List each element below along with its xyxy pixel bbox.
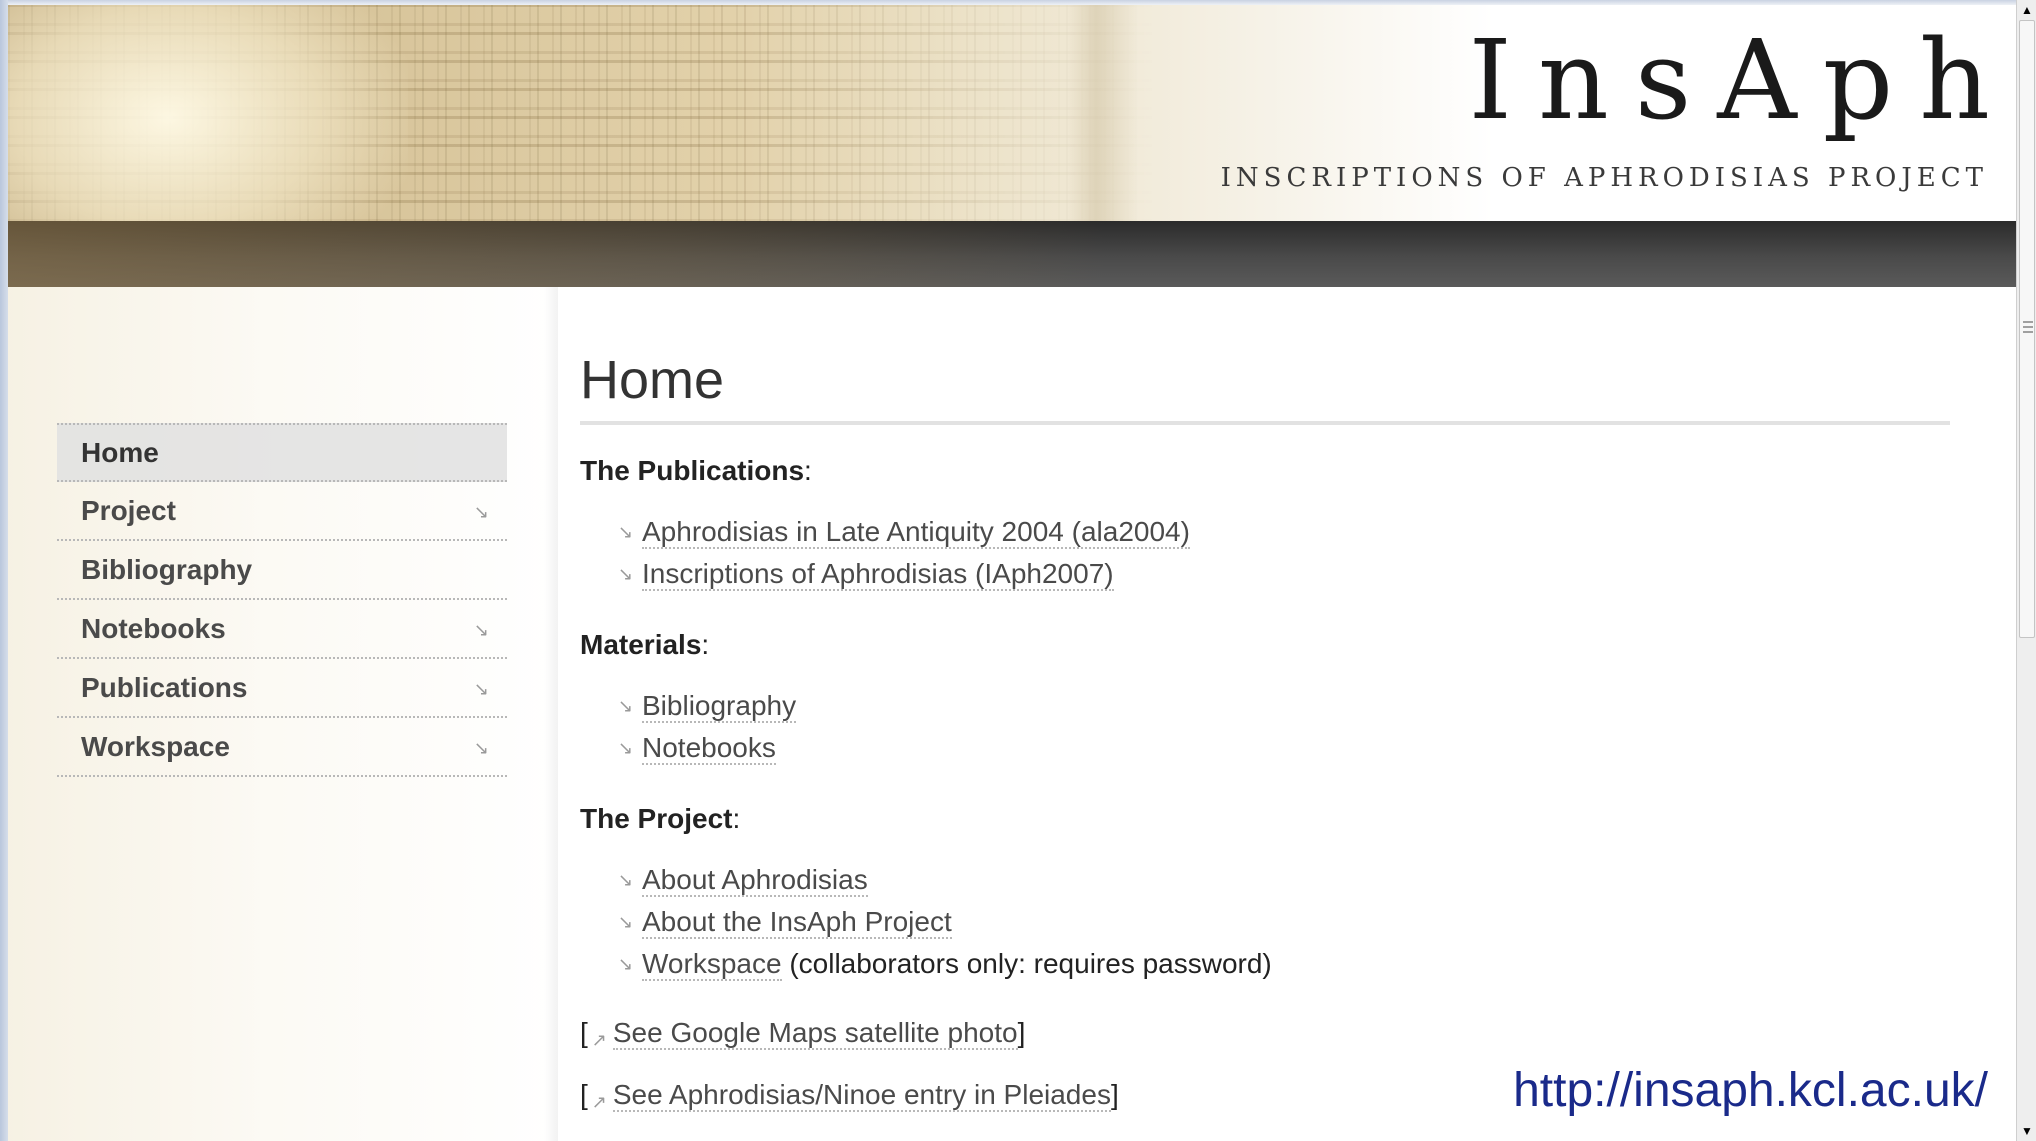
pillar-image (1068, 5, 1138, 225)
corner-arrow-icon: ↘ (618, 564, 634, 584)
sidebar-item-label: Project (81, 494, 176, 526)
section-heading-project: The Project: (580, 803, 741, 834)
sidebar-item-notebooks[interactable]: Notebooks ↘ (57, 600, 507, 659)
corner-arrow-icon: ↘ (618, 954, 634, 974)
link-pleiades[interactable]: See Aphrodisias/Ninoe entry in Pleiades (612, 1079, 1111, 1112)
materials-list: ↘ Bibliography ↘ Notebooks (618, 685, 1950, 769)
sidebar-item-label: Publications (81, 671, 248, 703)
list-item: ↘ Bibliography (618, 685, 1950, 727)
link-bibliography[interactable]: Bibliography (642, 690, 797, 723)
scrollbar-grip-icon (2023, 321, 2033, 335)
list-item: ↘ Notebooks (618, 727, 1950, 769)
banner-dark-band (8, 221, 2016, 287)
corner-arrow-icon: ↘ (473, 679, 489, 699)
sidebar-item-workspace[interactable]: Workspace ↘ (57, 718, 507, 777)
scroll-down-arrow-icon[interactable]: ▼ (2017, 1121, 2036, 1141)
corner-arrow-icon: ↘ (473, 502, 489, 522)
corner-arrow-icon: ↘ (618, 738, 634, 758)
link-google-maps[interactable]: See Google Maps satellite photo (612, 1017, 1018, 1050)
site-url-overlay: http://insaph.kcl.ac.uk/ (1513, 1064, 1988, 1117)
sidebar-item-label: Notebooks (81, 612, 226, 644)
external-link-icon: ↗ (591, 1030, 607, 1050)
sidebar-item-label: Bibliography (81, 553, 253, 585)
section-heading-label: The Publications (580, 455, 805, 486)
external-link-google-maps: [↗ See Google Maps satellite photo] (580, 1017, 1026, 1050)
vertical-scrollbar[interactable]: ▲ ▼ (2016, 0, 2036, 1141)
corner-arrow-icon: ↘ (618, 870, 634, 890)
window-left-edge (0, 0, 8, 1141)
project-list: ↘ About Aphrodisias ↘ About the InsAph Pro… (618, 859, 1950, 985)
sidebar-item-label: Workspace (81, 730, 230, 762)
sidebar-nav: Home Project ↘ Bibliography Notebooks ↘ … (57, 423, 507, 777)
corner-arrow-icon: ↘ (618, 912, 634, 932)
section-heading-materials: Materials: (580, 629, 710, 660)
list-item: ↘ About the InsAph Project (618, 901, 1950, 943)
sidebar-item-bibliography[interactable]: Bibliography (57, 541, 507, 600)
corner-arrow-icon: ↘ (473, 620, 489, 640)
section-heading-label: Materials (580, 629, 702, 660)
sidebar-item-project[interactable]: Project ↘ (57, 482, 507, 541)
site-logo-title[interactable]: InsAph (1469, 25, 2016, 135)
link-about-aphrodisias[interactable]: About Aphrodisias (642, 864, 868, 897)
section-heading-label: The Project (580, 803, 733, 834)
scroll-up-arrow-icon[interactable]: ▲ (2017, 0, 2036, 20)
link-iaph2007[interactable]: Inscriptions of Aphrodisias (IAph2007) (642, 558, 1114, 591)
corner-arrow-icon: ↘ (473, 738, 489, 758)
workspace-note: (collaborators only: requires password) (781, 948, 1272, 979)
link-workspace[interactable]: Workspace (642, 948, 782, 981)
publications-list: ↘ Aphrodisias in Late Antiquity 2004 (ala… (618, 511, 1950, 595)
site-banner: InsAph INSCRIPTIONS OF APHRODISIAS PROJE… (8, 5, 2016, 287)
site-logo-subtitle: INSCRIPTIONS OF APHRODISIAS PROJECT (1220, 163, 1988, 193)
external-link-icon: ↗ (591, 1092, 607, 1112)
list-item: ↘ Inscriptions of Aphrodisias (IAph2007) (618, 553, 1950, 595)
list-item: ↘ Workspace (collaborators only: requires… (618, 943, 1950, 985)
sidebar-item-publications[interactable]: Publications ↘ (57, 659, 507, 718)
link-notebooks[interactable]: Notebooks (642, 732, 776, 765)
sidebar-item-home[interactable]: Home (57, 423, 507, 482)
sidebar-item-label: Home (81, 436, 159, 468)
list-item: ↘ About Aphrodisias (618, 859, 1950, 901)
section-heading-publications: The Publications: (580, 455, 812, 486)
scrollbar-thumb[interactable] (2019, 20, 2035, 638)
link-about-insaph[interactable]: About the InsAph Project (642, 906, 952, 939)
list-item: ↘ Aphrodisias in Late Antiquity 2004 (ala… (618, 511, 1950, 553)
page-title: Home (580, 349, 1950, 425)
page: InsAph INSCRIPTIONS OF APHRODISIAS PROJE… (8, 5, 2016, 1141)
corner-arrow-icon: ↘ (618, 522, 634, 542)
main-content: Home The Publications: ↘ Aphrodisias in L… (580, 349, 1950, 1112)
link-ala2004[interactable]: Aphrodisias in Late Antiquity 2004 (ala2… (642, 516, 1190, 549)
corner-arrow-icon: ↘ (618, 696, 634, 716)
